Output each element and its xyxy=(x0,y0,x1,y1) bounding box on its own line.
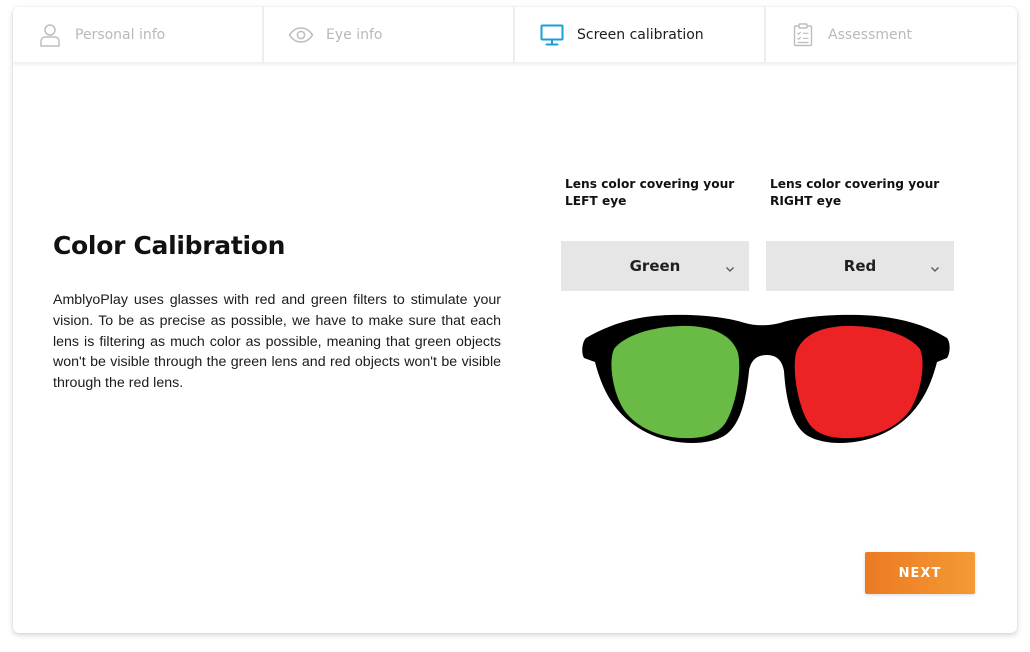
left-eye-selected-value: Green xyxy=(629,257,681,275)
step-personal-info[interactable]: Personal info xyxy=(13,7,264,62)
glasses-illustration xyxy=(582,314,950,444)
red-lens xyxy=(794,325,923,439)
calibration-card: Personal info Eye info Screen calibratio… xyxy=(13,7,1017,633)
next-button[interactable]: NEXT xyxy=(865,552,975,594)
step-label: Assessment xyxy=(828,26,912,43)
page-title: Color Calibration xyxy=(53,231,286,260)
step-label: Personal info xyxy=(75,26,166,43)
eye-icon xyxy=(288,22,314,48)
step-assessment[interactable]: Assessment xyxy=(766,7,1017,62)
step-label: Eye info xyxy=(326,26,383,43)
calibration-description: AmblyoPlay uses glasses with red and gre… xyxy=(53,292,501,392)
step-label: Screen calibration xyxy=(577,26,704,43)
step-screen-calibration[interactable]: Screen calibration xyxy=(515,7,766,62)
left-eye-label: Lens color covering your LEFT eye xyxy=(565,177,735,208)
right-eye-select[interactable]: Red xyxy=(766,241,954,291)
right-eye-label: Lens color covering your RIGHT eye xyxy=(770,177,940,208)
monitor-icon xyxy=(539,22,565,48)
left-eye-select[interactable]: Green xyxy=(561,241,749,291)
step-eye-info[interactable]: Eye info xyxy=(264,7,515,62)
user-icon xyxy=(37,22,63,48)
right-eye-selected-value: Red xyxy=(843,257,877,275)
chevron-down-icon xyxy=(725,259,735,277)
chevron-down-icon xyxy=(930,259,940,277)
clipboard-icon xyxy=(790,22,816,48)
progress-steps: Personal info Eye info Screen calibratio… xyxy=(13,7,1017,63)
